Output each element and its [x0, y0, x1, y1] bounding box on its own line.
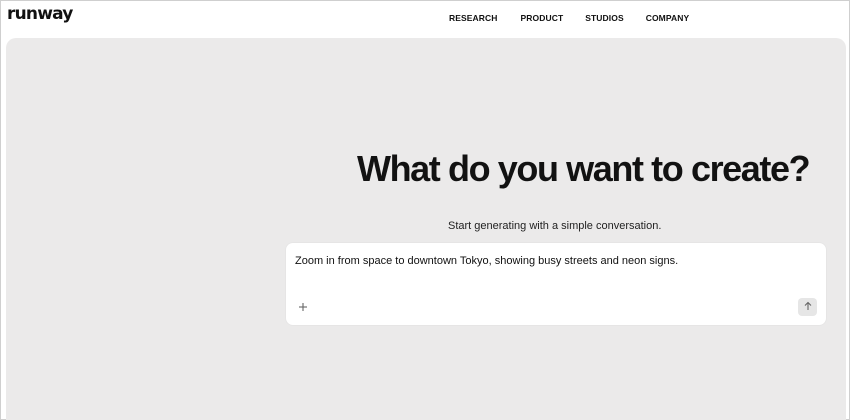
nav-item-research[interactable]: RESEARCH — [449, 13, 498, 23]
main-nav: RESEARCH PRODUCT STUDIOS COMPANY — [449, 13, 689, 23]
nav-item-studios[interactable]: STUDIOS — [585, 13, 623, 23]
nav-item-company[interactable]: COMPANY — [646, 13, 690, 23]
hero-subtitle: Start generating with a simple conversat… — [448, 220, 662, 232]
nav-item-product[interactable]: PRODUCT — [521, 13, 564, 23]
hero-title: What do you want to create? — [357, 148, 811, 189]
arrow-up-icon — [803, 298, 813, 316]
add-attachment-button[interactable] — [296, 300, 310, 314]
runway-logo[interactable]: runway — [7, 4, 73, 24]
page-frame: runway RESEARCH PRODUCT STUDIOS COMPANY … — [0, 0, 850, 420]
send-button[interactable] — [798, 298, 817, 316]
plus-icon — [296, 300, 310, 314]
prompt-text-value[interactable]: Zoom in from space to downtown Tokyo, sh… — [295, 255, 678, 267]
hero-stage — [6, 38, 846, 420]
prompt-input-box[interactable]: Zoom in from space to downtown Tokyo, sh… — [286, 243, 826, 325]
top-navigation-bar: runway RESEARCH PRODUCT STUDIOS COMPANY — [1, 1, 850, 37]
